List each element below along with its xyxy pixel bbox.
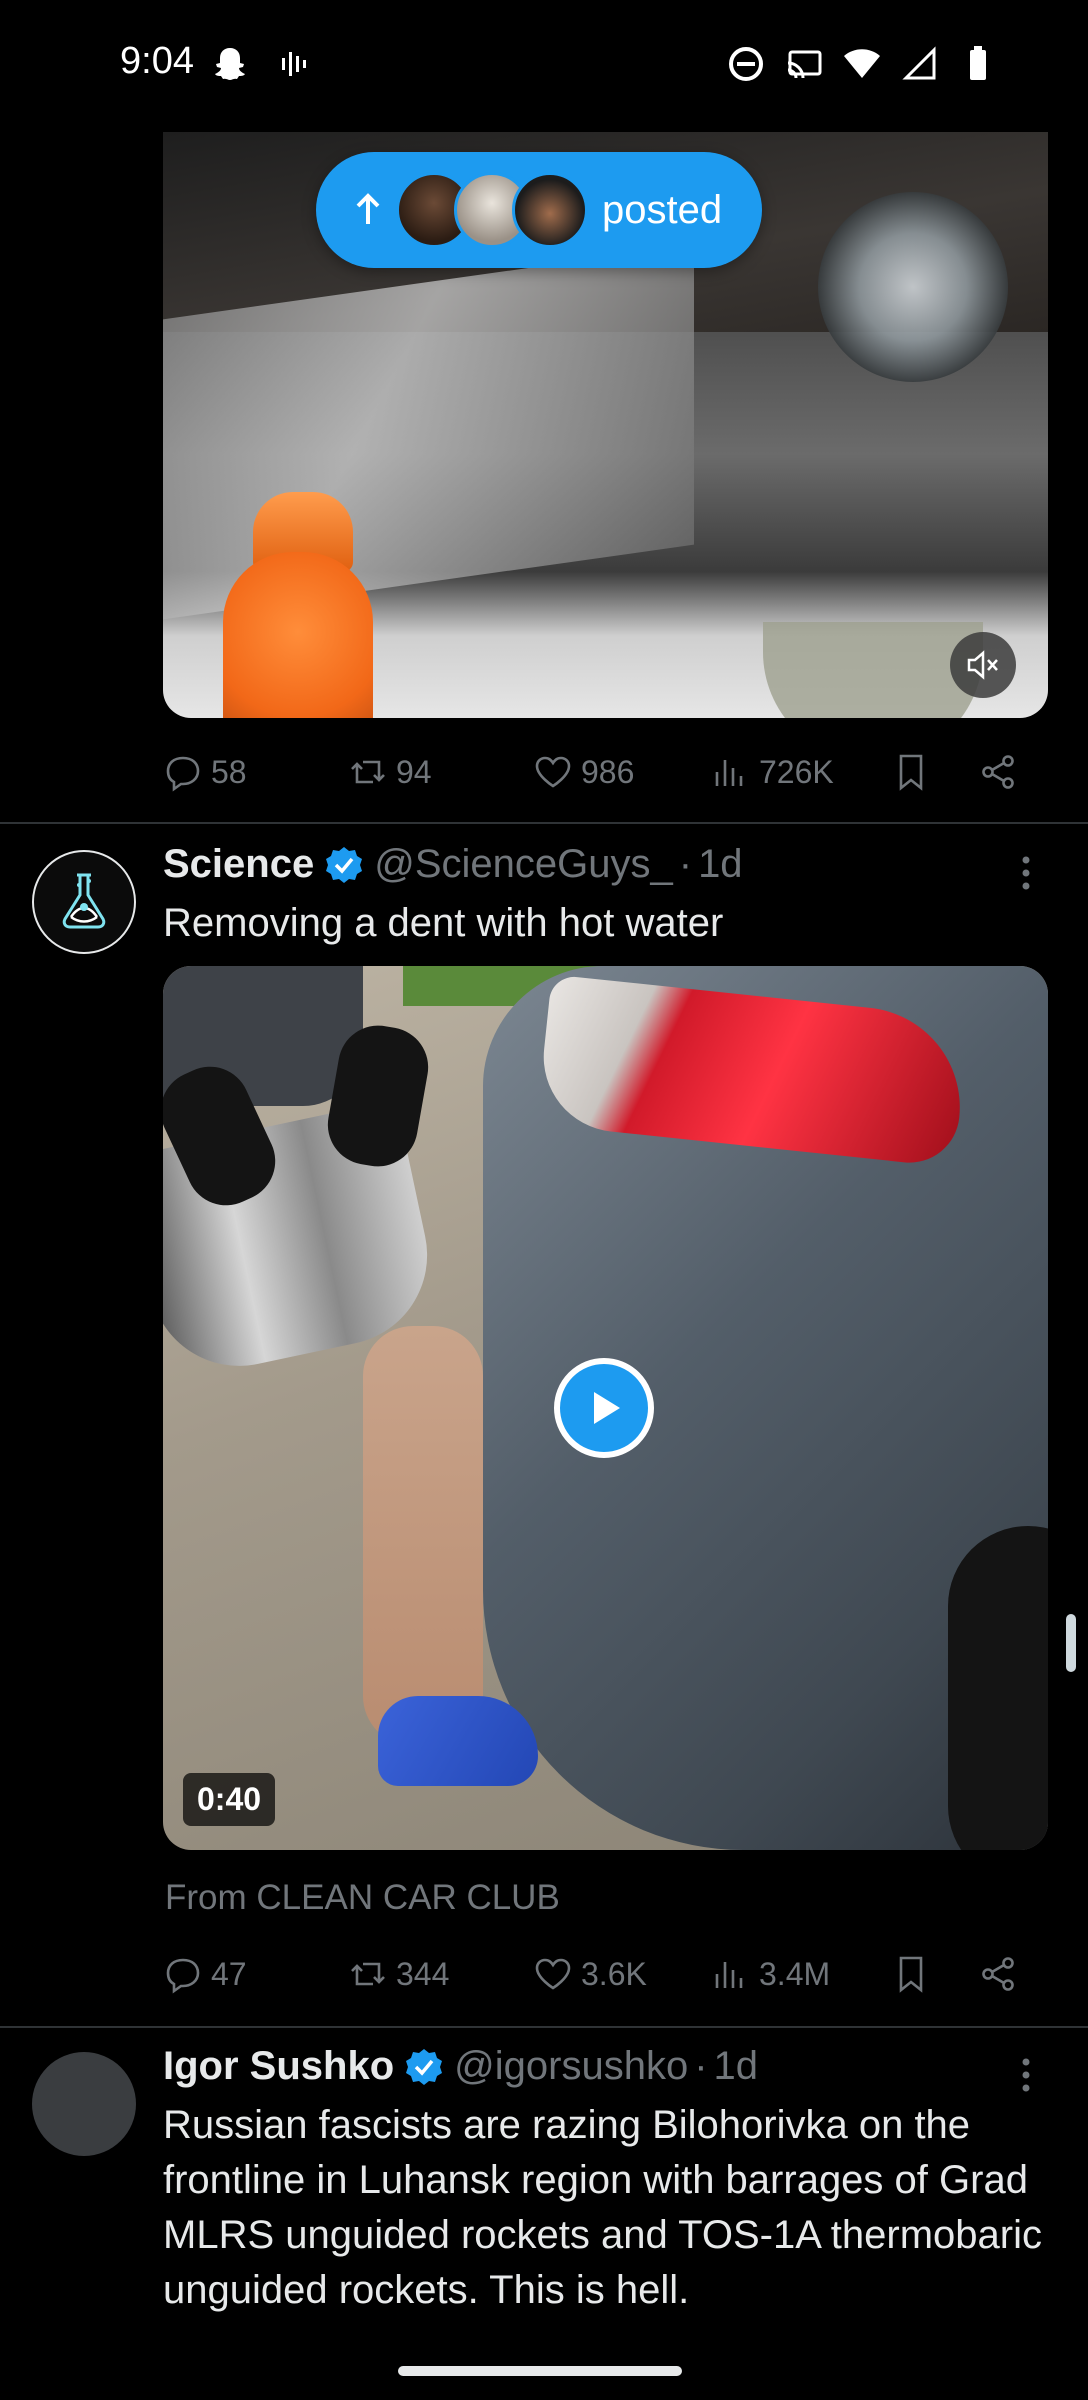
tweet3-header: Igor Sushko @igorsushko · 1d — [163, 2044, 759, 2089]
tweet2-video[interactable]: 0:40 — [163, 966, 1048, 1850]
more-options-icon[interactable] — [1020, 2056, 1032, 2094]
tweet2-actions: 47 344 3.6K 3.4M — [163, 1944, 1043, 2004]
status-bar: 9:04 — [0, 0, 1088, 132]
share-icon — [982, 1957, 1014, 1991]
tweet2-header: Science @ScienceGuys_ · 1d — [163, 842, 743, 887]
source-link[interactable]: CLEAN CAR CLUB — [256, 1878, 559, 1917]
divider — [0, 822, 1088, 824]
views-chart-icon — [715, 1962, 743, 1988]
like-button[interactable]: 986 — [533, 752, 634, 792]
avatar[interactable] — [32, 850, 136, 954]
scrollbar-thumb[interactable] — [1066, 1614, 1076, 1672]
muted-speaker-icon — [967, 650, 998, 680]
mute-button[interactable] — [950, 632, 1016, 698]
share-button[interactable] — [978, 1954, 1018, 1994]
share-icon — [982, 755, 1014, 789]
retweet-button[interactable]: 344 — [348, 1954, 449, 1994]
views-chart-icon — [715, 760, 743, 786]
timestamp: 1d — [698, 842, 743, 886]
heart-icon — [535, 756, 571, 788]
science-logo-icon — [62, 873, 106, 929]
new-posts-pill[interactable]: posted — [316, 152, 762, 268]
verified-badge-icon — [326, 846, 363, 883]
play-button[interactable] — [554, 1358, 654, 1458]
retweet-button[interactable]: 94 — [348, 752, 432, 792]
reply-icon — [166, 756, 200, 792]
battery-icon — [970, 46, 986, 80]
tweet-text: Russian fascists are razing Bilohorivka … — [163, 2103, 1042, 2312]
handle[interactable]: @igorsushko — [454, 2044, 688, 2089]
bookmark-icon — [899, 1956, 923, 1993]
tweet1-actions: 58 94 986 726K — [163, 742, 1043, 802]
play-icon — [594, 1392, 620, 1424]
cast-icon — [787, 50, 822, 79]
voice-waveform-icon — [282, 52, 306, 76]
retweet-icon — [351, 1962, 385, 1986]
do-not-disturb-icon — [729, 47, 763, 81]
verified-badge-icon — [406, 2048, 443, 2085]
timestamp: 1d — [713, 2044, 759, 2088]
bookmark-button[interactable] — [891, 1954, 931, 1994]
more-options-icon[interactable] — [1020, 854, 1032, 892]
tweet-text: Removing a dent with hot water — [163, 901, 724, 945]
handle[interactable]: @ScienceGuys_ — [374, 842, 673, 887]
snapchat-icon — [215, 48, 245, 80]
display-name[interactable]: Igor Sushko — [163, 2044, 394, 2089]
share-button[interactable] — [978, 752, 1018, 792]
arrow-up-icon — [356, 193, 380, 224]
heart-icon — [535, 1958, 571, 1990]
home-indicator[interactable] — [398, 2366, 682, 2376]
wifi-icon — [844, 49, 880, 78]
from-attribution: From CLEAN CAR CLUB — [165, 1878, 560, 1917]
avatar[interactable] — [32, 2052, 136, 2156]
video-duration: 0:40 — [183, 1773, 276, 1826]
signal-icon — [902, 46, 936, 80]
divider — [0, 2026, 1088, 2028]
posted-label: posted — [602, 187, 723, 232]
like-button[interactable]: 3.6K — [533, 1954, 647, 1994]
views-button[interactable]: 726K — [711, 752, 834, 792]
display-name[interactable]: Science — [163, 842, 314, 887]
status-time: 9:04 — [120, 40, 194, 82]
reply-icon — [166, 1958, 200, 1994]
avatar — [512, 172, 588, 248]
bookmark-button[interactable] — [891, 752, 931, 792]
bookmark-icon — [899, 754, 923, 791]
reply-button[interactable]: 58 — [163, 752, 247, 792]
views-button[interactable]: 3.4M — [711, 1954, 830, 1994]
reply-button[interactable]: 47 — [163, 1954, 247, 1994]
retweet-icon — [351, 760, 385, 784]
